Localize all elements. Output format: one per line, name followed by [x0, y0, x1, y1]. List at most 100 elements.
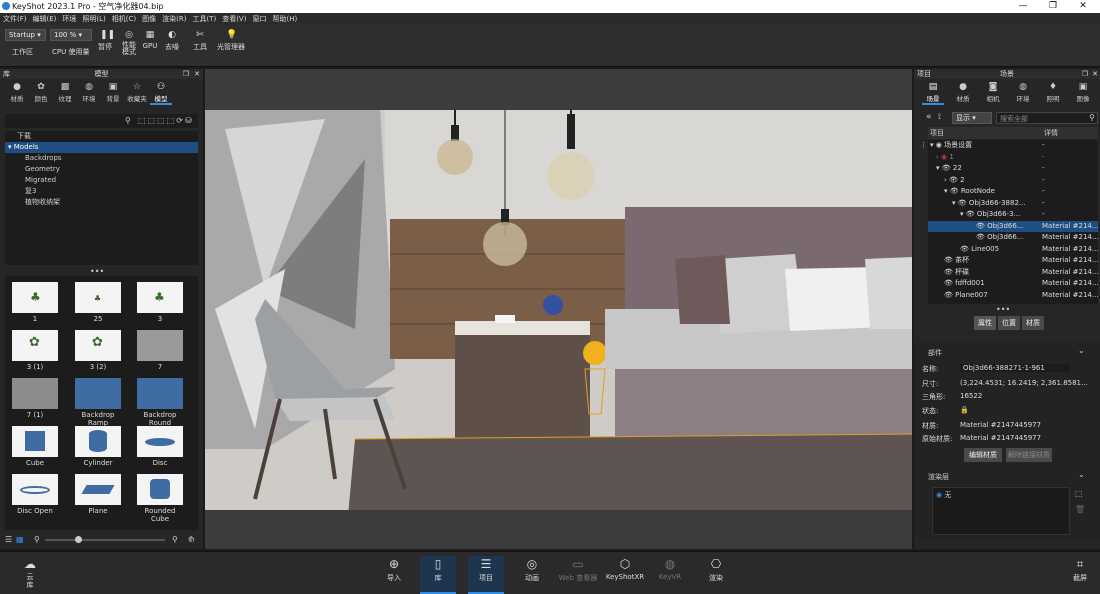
menu-help[interactable]: 帮助(H) [269, 13, 300, 25]
project-button[interactable]: ☰ 项目 [468, 556, 504, 594]
tab-colors[interactable]: ✿ 颜色 [30, 82, 52, 105]
keyvr-button[interactable]: ◍ KeyVR [652, 556, 688, 581]
tree-row[interactable]: ▾ 👁 Obj3d66-3882... - [928, 198, 1098, 210]
folder-models[interactable]: ▾ Models [5, 142, 198, 153]
chevron-down-icon[interactable]: ⌄ [1078, 346, 1085, 355]
folder-backdrops[interactable]: Backdrops [5, 153, 198, 164]
tab-favorites[interactable]: ☆ 收藏夹 [126, 82, 148, 105]
tree-dots-handle[interactable]: ⋮ [920, 141, 927, 149]
tree-row[interactable]: ▾ ◉ 场景设置 - [928, 140, 1098, 152]
zoom-dropdown[interactable]: 100 % ▾ [50, 29, 92, 41]
tree-row[interactable]: 👁 杯碟 Material #214... [928, 267, 1098, 279]
menu-view[interactable]: 查看(V) [219, 13, 249, 25]
model-tile[interactable]: ♣ 1 [12, 282, 58, 323]
properties-tab[interactable]: 属性 [974, 316, 996, 330]
close-icon[interactable]: ✕ [1068, 0, 1098, 13]
thumbnail-size-slider[interactable] [45, 536, 165, 543]
model-tile[interactable]: Disc [137, 426, 183, 467]
search-icon[interactable]: ⚲ [125, 116, 131, 125]
menu-tools[interactable]: 工具(T) [189, 13, 219, 25]
menu-edit[interactable]: 编辑(E) [30, 13, 60, 25]
workspace-dropdown[interactable]: Startup ▾ [5, 29, 46, 41]
folder-fu3[interactable]: 复3 [5, 186, 198, 197]
animation-button[interactable]: ◎ 动画 [514, 556, 550, 583]
panel-close-icon[interactable]: ✕ [194, 69, 200, 79]
add-layer-icon[interactable]: ⬚ [1075, 489, 1083, 498]
model-tile[interactable]: Cube [12, 426, 58, 467]
tab-backplates[interactable]: ▣ 背景 [102, 82, 124, 105]
unlink-material-button[interactable]: 解除链接材质 [1006, 448, 1052, 462]
float-icon[interactable]: ❐ [183, 69, 189, 79]
tab-materials[interactable]: ● 材质 [6, 82, 28, 105]
model-tile[interactable]: Plane [75, 474, 121, 515]
folder-migrated[interactable]: Migrated [5, 175, 198, 186]
tab-environments[interactable]: ◍ 环境 [78, 82, 100, 105]
render-layer-section-header[interactable]: 渲染层 [928, 472, 949, 482]
tab-image[interactable]: ▣ 图像 [1072, 82, 1094, 105]
tree-row[interactable]: ▾ 👁 Obj3d66-3... - [928, 209, 1098, 221]
material-tab[interactable]: 材质 [1022, 316, 1044, 330]
tree-row[interactable]: 👁 fdffd001 Material #214... [928, 278, 1098, 290]
model-tile[interactable]: Disc Open [12, 474, 58, 515]
tab-scene[interactable]: ▤ 场景 [922, 82, 944, 105]
performance-mode-button[interactable]: ◎ 性能 模式 [119, 30, 139, 56]
import-button[interactable]: ⊕ 导入 [376, 556, 412, 583]
scene-search-input[interactable]: 搜索全部 ⚲ [996, 112, 1098, 124]
model-tile[interactable]: Rounded Cube [137, 474, 183, 523]
lock-icon[interactable]: 🔒 [960, 406, 969, 414]
collapse-icon[interactable]: « [926, 112, 932, 122]
slider-handle[interactable] [75, 536, 82, 543]
tools-button[interactable]: ✄ 工具 [191, 30, 209, 52]
library-toolbar-icons[interactable]: ⬚⬚⬚⬚⟳⛁ [138, 116, 194, 125]
tree-row[interactable]: ▾ 👁 22- [928, 163, 1098, 175]
menu-file[interactable]: 文件(F) [0, 13, 30, 25]
menu-render[interactable]: 渲染(R) [159, 13, 189, 25]
menu-camera[interactable]: 相机(C) [109, 13, 139, 25]
model-tile[interactable]: ✿ 3 (2) [75, 330, 121, 371]
tree-row-selected[interactable]: 👁 Obj3d66... Material #214... [928, 220, 1098, 232]
library-button[interactable]: ▯ 库 [420, 556, 456, 594]
menu-window[interactable]: 窗口 [249, 13, 269, 25]
cloud-library-button[interactable]: ☁ 云 库 [12, 556, 48, 589]
light-manager-button[interactable]: 💡 光管理器 [216, 30, 246, 52]
folder-plant-rack[interactable]: 植物收纳架 [5, 197, 198, 208]
tree-row[interactable]: 👁 Plane007 Material #214... [928, 290, 1098, 302]
tree-row[interactable]: ▾ 👁 RootNode - [928, 186, 1098, 198]
model-tile[interactable]: Backdrop Round [137, 378, 183, 427]
tab-camera[interactable]: ◙ 相机 [982, 82, 1004, 105]
zoom-in-icon[interactable]: ⚲ [172, 535, 178, 544]
render-button[interactable]: ⎔ 渲染 [698, 556, 734, 583]
tree-row[interactable]: › ◉ 1- [928, 152, 1098, 164]
render-layer-item[interactable]: ◉ 无 [936, 490, 951, 500]
pause-button[interactable]: ❚❚ 暂停 [96, 30, 115, 52]
display-filter-dropdown[interactable]: 显示 ▾ [952, 112, 992, 124]
minimize-icon[interactable]: — [1008, 0, 1038, 13]
model-tile[interactable]: Cylinder [75, 426, 121, 467]
model-tile[interactable]: ♣ 25 [75, 282, 121, 323]
menu-image[interactable]: 图像 [139, 13, 159, 25]
panel-close-icon[interactable]: ✕ [1092, 69, 1098, 79]
position-tab[interactable]: 位置 [998, 316, 1020, 330]
model-tile[interactable]: 7 (1) [12, 378, 58, 419]
list-view-icon[interactable]: ☰ [5, 535, 12, 544]
screenshot-button[interactable]: ⌗ 截屏 [1062, 556, 1098, 583]
tab-environment[interactable]: ◍ 环境 [1012, 82, 1034, 105]
model-tile[interactable]: ♣ 3 [137, 282, 183, 323]
restore-icon[interactable]: ❐ [1038, 0, 1068, 13]
tree-row[interactable]: › 👁 2- [928, 175, 1098, 187]
model-tile[interactable]: 7 [137, 330, 183, 371]
tree-row[interactable]: 👁 Line005 Material #214... [928, 244, 1098, 256]
menu-lighting[interactable]: 照明(L) [79, 13, 108, 25]
gpu-button[interactable]: ▦ GPU [142, 30, 158, 50]
model-tile[interactable]: Backdrop Ramp [75, 378, 121, 427]
web-viewer-button[interactable]: ▭ Web 查看器 [556, 556, 600, 583]
tab-material[interactable]: ● 材质 [952, 82, 974, 105]
grid-view-icon[interactable]: ▦ [16, 535, 24, 544]
denoise-button[interactable]: ◐ 去噪 [163, 30, 181, 52]
tab-textures[interactable]: ▩ 纹理 [54, 82, 76, 105]
folder-geometry[interactable]: Geometry [5, 164, 198, 175]
cpu-usage-button[interactable]: CPU 使用量 [52, 47, 89, 57]
splitter-handle[interactable]: ••• [90, 267, 104, 276]
menu-environment[interactable]: 环境 [59, 13, 79, 25]
zoom-out-icon[interactable]: ⚲ [34, 535, 40, 544]
